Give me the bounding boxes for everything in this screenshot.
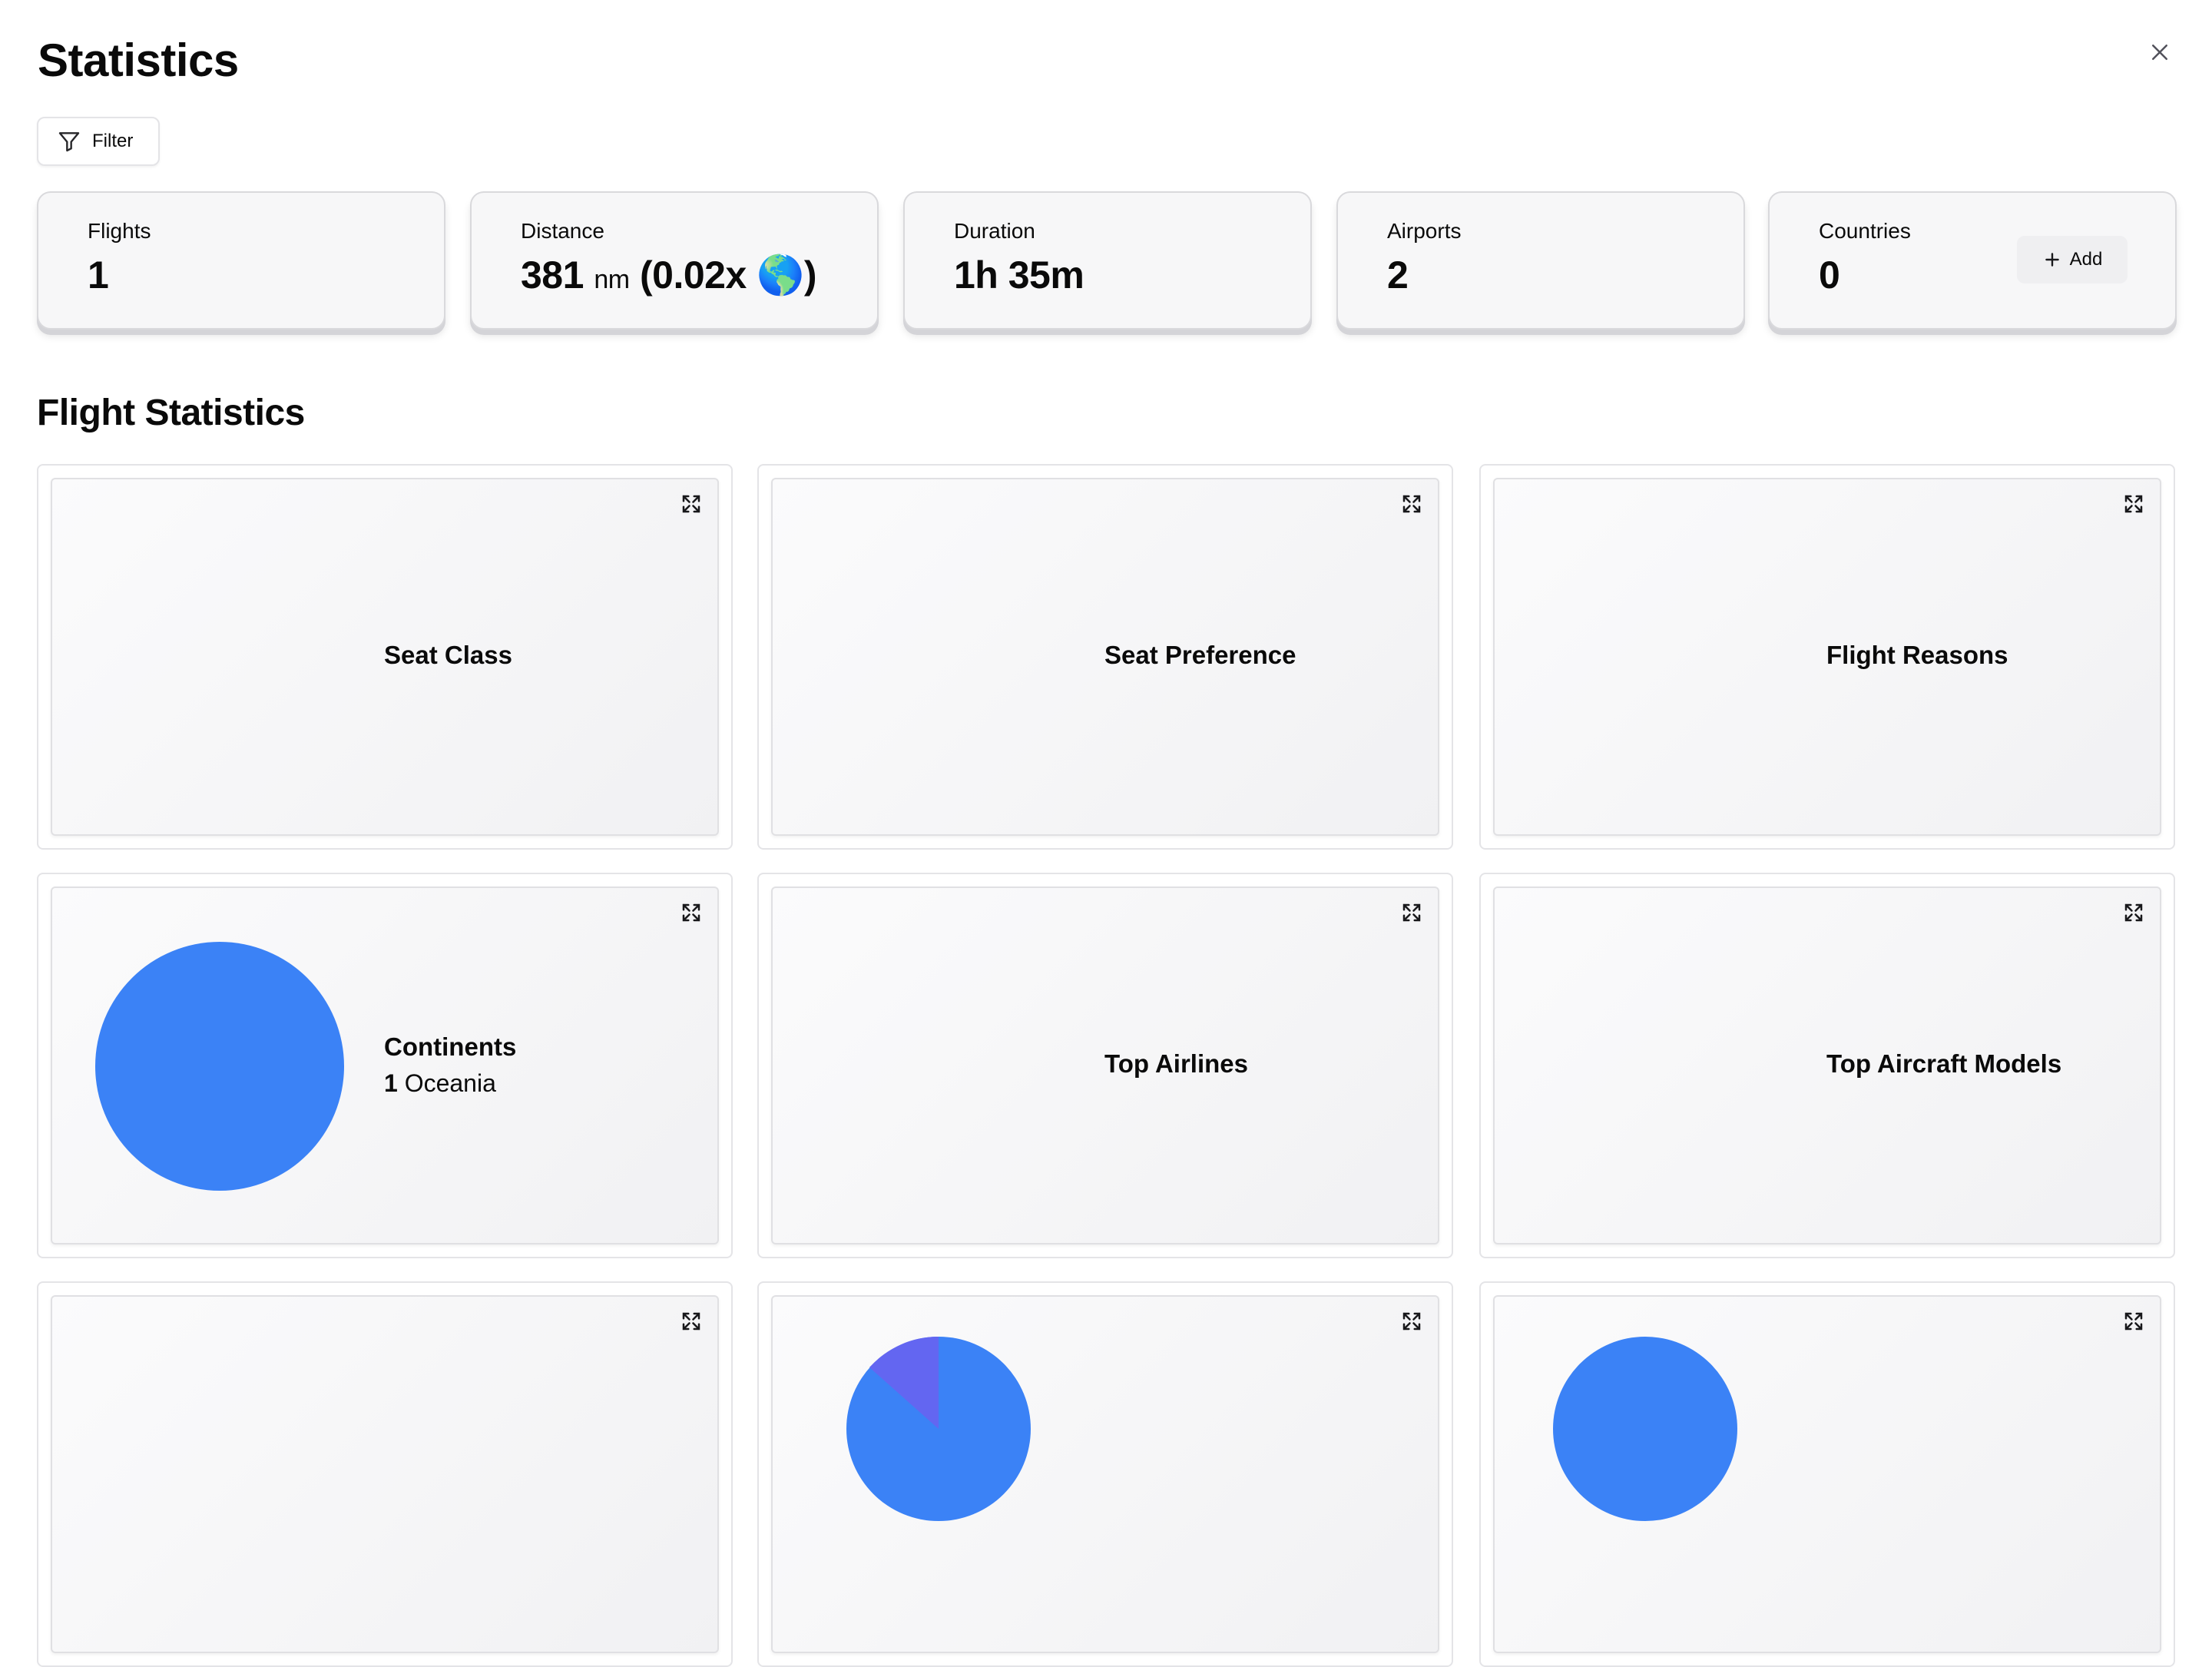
chart-card-seat-preference: Seat Preference [757, 464, 1453, 850]
chart-card-row3-3 [1479, 1281, 2175, 1667]
expand-icon [1402, 903, 1421, 922]
close-button[interactable] [2144, 37, 2175, 68]
stat-label: Distance [521, 219, 604, 243]
expand-icon [1402, 495, 1421, 513]
chart-card-top-aircraft-models: Top Aircraft Models [1479, 873, 2175, 1258]
chart-title: Seat Preference [1104, 641, 1296, 669]
filter-button[interactable]: Filter [37, 117, 160, 166]
stat-label: Duration [954, 219, 1035, 243]
plus-icon [2045, 253, 2059, 267]
expand-icon [1402, 1312, 1421, 1331]
expand-button[interactable] [1396, 489, 1427, 519]
expand-button[interactable] [676, 489, 707, 519]
stat-value: 1 [88, 254, 109, 297]
expand-button[interactable] [676, 1306, 707, 1337]
chart-panel: Flight Reasons [1493, 478, 2161, 836]
expand-icon [682, 903, 700, 922]
expand-icon [2124, 495, 2143, 513]
pie-slice-oceania[interactable] [95, 942, 344, 1191]
add-label: Add [2069, 249, 2103, 270]
distance-unit: nm [594, 265, 630, 294]
expand-icon [682, 495, 700, 513]
chart-title: Flight Reasons [1826, 641, 2008, 669]
stat-value: 0 [1819, 254, 1840, 297]
filter-icon [58, 132, 80, 152]
chart-card-row3-2 [757, 1281, 1453, 1667]
expand-icon [2124, 1312, 2143, 1331]
expand-button[interactable] [2118, 489, 2149, 519]
expand-button[interactable] [676, 897, 707, 928]
expand-icon [2124, 903, 2143, 922]
stat-card-distance: Distance 381 nm (0.02x 🌎) [470, 191, 879, 330]
stat-value: 2 [1387, 254, 1409, 297]
chart-card-continents: Continents 1 Oceania [37, 873, 733, 1258]
add-country-button[interactable]: Add [2017, 236, 2128, 283]
chart-card-seat-class: Seat Class [37, 464, 733, 850]
chart-panel: Seat Class [51, 478, 719, 836]
page-title: Statistics [38, 35, 239, 86]
distance-earth-ratio: (0.02x 🌎) [639, 254, 817, 297]
chart-panel [771, 1295, 1439, 1653]
chart-card-flight-reasons: Flight Reasons [1479, 464, 2175, 850]
expand-button[interactable] [1396, 897, 1427, 928]
stat-card-flights: Flights 1 [37, 191, 445, 330]
chart-title: Continents [384, 1032, 517, 1061]
chart-title: Seat Class [384, 641, 512, 669]
chart-panel: Top Airlines [771, 887, 1439, 1244]
stat-card-airports: Airports 2 [1336, 191, 1745, 330]
filter-label: Filter [92, 131, 134, 151]
chart-title: Top Aircraft Models [1826, 1049, 2062, 1078]
stat-card-countries: Countries 0 Add [1768, 191, 2177, 330]
chart-card-row3-1 [37, 1281, 733, 1667]
legend-item: 1 Oceania [384, 1069, 496, 1098]
legend-count: 1 [384, 1069, 398, 1097]
section-title: Flight Statistics [37, 393, 305, 433]
chart-panel [1493, 1295, 2161, 1653]
stat-value: 381 nm (0.02x 🌎) [521, 253, 817, 298]
pie-chart-partial [846, 1337, 1031, 1521]
distance-value: 381 [521, 254, 584, 297]
expand-button[interactable] [2118, 897, 2149, 928]
stat-card-duration: Duration 1h 35m [903, 191, 1312, 330]
chart-card-top-airlines: Top Airlines [757, 873, 1453, 1258]
expand-icon [682, 1312, 700, 1331]
continents-pie-chart [95, 942, 344, 1191]
stat-label: Flights [88, 219, 151, 243]
pie-slice-blue [1553, 1337, 1737, 1521]
close-icon [2152, 45, 2167, 60]
chart-title: Top Airlines [1104, 1049, 1249, 1078]
expand-button[interactable] [2118, 1306, 2149, 1337]
pie-chart-partial [1553, 1337, 1737, 1521]
chart-panel: Top Aircraft Models [1493, 887, 2161, 1244]
chart-panel: Continents 1 Oceania [51, 887, 719, 1244]
stat-value: 1h 35m [954, 254, 1084, 297]
expand-button[interactable] [1396, 1306, 1427, 1337]
chart-panel [51, 1295, 719, 1653]
chart-panel: Seat Preference [771, 478, 1439, 836]
statistics-page: Statistics Filter Flights 1 Distance 381… [0, 0, 2212, 1667]
stat-label: Airports [1387, 219, 1462, 243]
stat-label: Countries [1819, 219, 1911, 243]
legend-label: Oceania [404, 1069, 496, 1097]
